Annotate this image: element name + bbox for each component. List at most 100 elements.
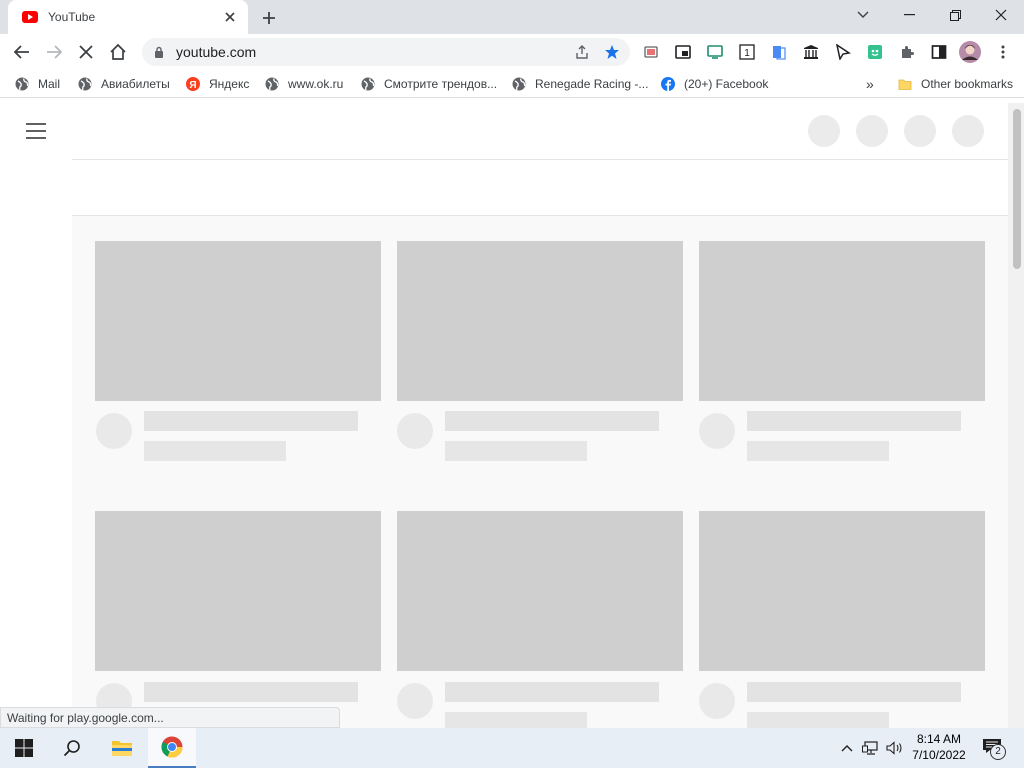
- bookmark-label: Mail: [38, 77, 61, 91]
- bookmark-label: Авиабилеты: [101, 77, 170, 91]
- share-button[interactable]: [570, 40, 594, 64]
- picture-in-picture-icon[interactable]: [673, 42, 693, 62]
- taskbar-clock[interactable]: 8:14 AM 7/10/2022: [906, 731, 972, 763]
- globe-icon: [511, 76, 527, 92]
- back-button[interactable]: [8, 38, 36, 66]
- chevron-up-icon: [841, 745, 853, 752]
- youtube-page: [0, 103, 1024, 728]
- globe-icon: [264, 76, 280, 92]
- tab-strip: YouTube: [0, 0, 1024, 34]
- file-explorer-button[interactable]: [98, 728, 146, 768]
- video-meta-placeholder: [144, 441, 286, 461]
- video-thumbnail-placeholder: [397, 511, 683, 671]
- svg-text:Я: Я: [189, 80, 196, 91]
- screen-extension-icon[interactable]: [705, 42, 725, 62]
- windows-taskbar: 8:14 AM 7/10/2022 2: [0, 728, 1024, 768]
- folder-icon: [112, 741, 132, 756]
- lock-icon: [155, 46, 163, 58]
- channel-avatar-placeholder: [397, 413, 433, 449]
- windows-logo-icon: [15, 739, 33, 757]
- search-icon: [63, 740, 80, 757]
- clock-date: 7/10/2022: [912, 748, 966, 762]
- other-bookmarks[interactable]: Other bookmarks: [897, 74, 1013, 94]
- address-bar[interactable]: youtube.com: [142, 38, 630, 66]
- search-button[interactable]: [48, 728, 96, 768]
- header-placeholder-circle: [856, 115, 888, 147]
- bookmark-mail[interactable]: Mail: [14, 74, 60, 94]
- video-thumbnail-placeholder: [699, 511, 985, 671]
- bookmark-renegade-racing[interactable]: Renegade Racing -...: [511, 74, 648, 94]
- star-icon: [605, 45, 619, 59]
- bookmark-ok-ru[interactable]: www.ok.ru: [264, 74, 343, 94]
- tabs-extension-icon[interactable]: [769, 42, 789, 62]
- volume-icon[interactable]: [886, 740, 904, 756]
- start-button[interactable]: [0, 728, 48, 768]
- bookmarks-bar: Mail Авиабилеты Я Яндекс www.ok.ru Смотр…: [0, 70, 1024, 98]
- extensions-puzzle-icon[interactable]: [897, 42, 917, 62]
- close-window-button[interactable]: [978, 0, 1024, 30]
- side-panel-icon[interactable]: [929, 42, 949, 62]
- channel-avatar-placeholder: [699, 413, 735, 449]
- bookmarks-overflow-button[interactable]: »: [866, 74, 874, 94]
- url-text[interactable]: youtube.com: [176, 44, 570, 60]
- chips-bar-placeholder: [72, 159, 1008, 216]
- header-placeholder-circle: [952, 115, 984, 147]
- notification-center-button[interactable]: 2: [982, 738, 1006, 760]
- home-icon: [110, 43, 126, 60]
- channel-avatar-placeholder: [397, 683, 433, 719]
- tab-title: YouTube: [48, 10, 96, 24]
- cast-extension-icon[interactable]: [641, 42, 661, 62]
- profile-avatar[interactable]: [959, 41, 981, 63]
- chrome-taskbar-button[interactable]: [148, 728, 196, 768]
- header-placeholder-circle: [808, 115, 840, 147]
- network-icon[interactable]: [862, 740, 880, 756]
- bookmark-trends[interactable]: Смотрите трендов...: [360, 74, 497, 94]
- page-scrollbar[interactable]: [1008, 103, 1024, 728]
- video-meta-placeholder: [747, 712, 889, 728]
- cursor-extension-icon[interactable]: [833, 42, 853, 62]
- archive-extension-icon[interactable]: [801, 42, 821, 62]
- more-menu-icon[interactable]: [993, 42, 1013, 62]
- video-thumbnail-placeholder: [397, 241, 683, 401]
- stop-loading-button[interactable]: [72, 38, 100, 66]
- forward-button[interactable]: [40, 38, 68, 66]
- restore-button[interactable]: [932, 0, 978, 30]
- video-thumbnail-placeholder: [95, 241, 381, 401]
- video-thumbnail-placeholder: [95, 511, 381, 671]
- bookmark-yandex[interactable]: Я Яндекс: [185, 74, 249, 94]
- video-meta-placeholder: [445, 712, 587, 728]
- bookmark-aviabilety[interactable]: Авиабилеты: [77, 74, 170, 94]
- svg-text:1: 1: [744, 48, 750, 59]
- video-meta-placeholder: [747, 441, 889, 461]
- menu-icon[interactable]: [26, 123, 46, 139]
- minimize-button[interactable]: [886, 0, 932, 30]
- tab-search-icon[interactable]: [840, 0, 886, 30]
- video-title-placeholder: [144, 411, 358, 431]
- video-title-placeholder: [144, 682, 358, 702]
- new-tab-button[interactable]: [258, 7, 280, 29]
- clock-time: 8:14 AM: [916, 732, 962, 746]
- browser-toolbar: youtube.com 1: [0, 34, 1024, 70]
- video-meta-placeholder: [445, 441, 587, 461]
- bookmark-facebook[interactable]: (20+) Facebook: [660, 74, 768, 94]
- notification-count: 2: [990, 744, 1006, 760]
- channel-avatar-placeholder: [699, 683, 735, 719]
- folder-icon: [897, 76, 913, 92]
- youtube-icon: [22, 11, 38, 23]
- close-tab-icon[interactable]: [222, 9, 238, 25]
- forward-arrow-icon: [47, 45, 62, 59]
- bookmark-label: Смотрите трендов...: [384, 77, 498, 91]
- bookmark-label: (20+) Facebook: [684, 77, 769, 91]
- video-title-placeholder: [747, 411, 961, 431]
- video-title-placeholder: [445, 411, 659, 431]
- one-tab-extension-icon[interactable]: 1: [737, 42, 757, 62]
- tab-youtube[interactable]: YouTube: [8, 0, 248, 34]
- bookmark-star-button[interactable]: [600, 40, 624, 64]
- grammar-extension-icon[interactable]: [865, 42, 885, 62]
- home-button[interactable]: [104, 38, 132, 66]
- scrollbar-thumb[interactable]: [1013, 109, 1021, 269]
- video-title-placeholder: [747, 682, 961, 702]
- bookmark-label: Renegade Racing -...: [535, 77, 649, 91]
- show-hidden-icons-button[interactable]: [838, 740, 856, 756]
- channel-avatar-placeholder: [96, 413, 132, 449]
